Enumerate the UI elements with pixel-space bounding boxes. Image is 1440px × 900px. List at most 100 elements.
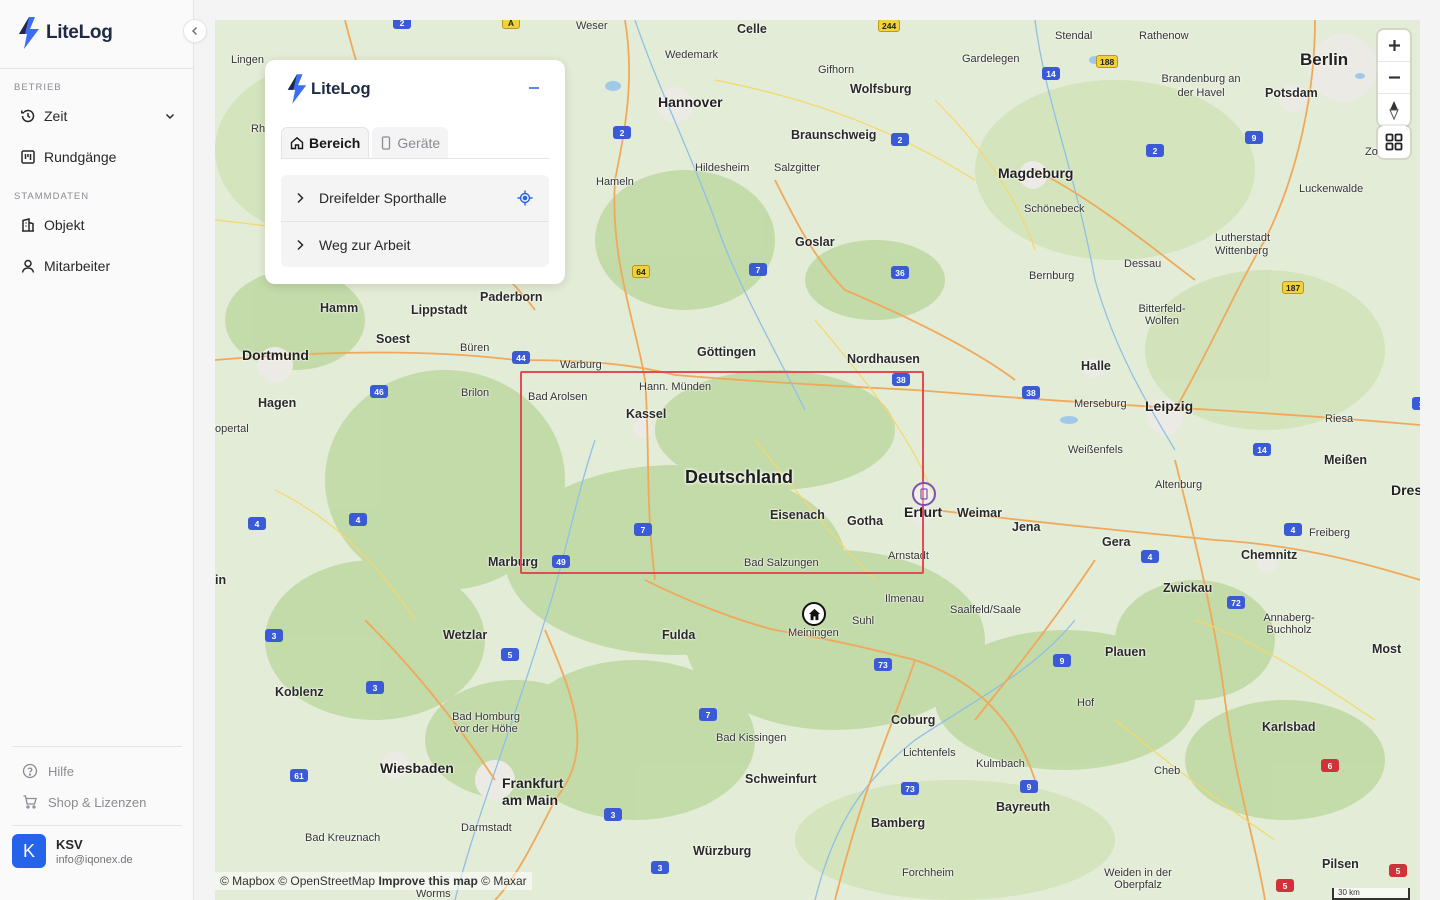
map-label: Hof bbox=[1077, 697, 1095, 709]
map-label: Merseburg bbox=[1074, 398, 1127, 410]
road-shield: 4 bbox=[1141, 550, 1159, 563]
map-label: Bad Kissingen bbox=[716, 732, 787, 744]
map-label: Kulmbach bbox=[976, 758, 1025, 770]
tab-label: Bereich bbox=[309, 135, 361, 151]
road-shield: 46 bbox=[370, 385, 388, 398]
sidebar-item-rundgaenge[interactable]: Rundgänge bbox=[14, 143, 182, 171]
section-label-betrieb: BETRIEB bbox=[14, 82, 62, 93]
map-label: Most bbox=[1372, 642, 1402, 656]
map-label: Bamberg bbox=[871, 816, 926, 830]
map-label: Lutherstadt Wittenberg bbox=[1215, 232, 1271, 257]
chevron-right-icon[interactable] bbox=[295, 239, 305, 251]
road-shield: 2 bbox=[393, 20, 411, 29]
map-label: Bad Homburg vor der Höhe bbox=[452, 711, 520, 735]
road-shield: 1 bbox=[1412, 397, 1420, 410]
zoom-in-button[interactable] bbox=[1378, 30, 1410, 62]
map-label: Luckenwalde bbox=[1299, 183, 1364, 195]
attribution-mapbox-link[interactable]: © Mapbox bbox=[220, 874, 275, 888]
shop-link[interactable]: Shop & Lizenzen bbox=[22, 792, 146, 812]
map-label: Annaberg-Buchholz bbox=[1263, 612, 1315, 636]
map-label: Wetzlar bbox=[443, 628, 488, 642]
brand-logo[interactable]: LiteLog bbox=[16, 16, 113, 50]
map-label: Ilmenau bbox=[885, 593, 925, 605]
attribution-maxar-link[interactable]: © Maxar bbox=[481, 874, 527, 888]
home-marker[interactable] bbox=[802, 602, 826, 626]
road-shield: 7 bbox=[749, 263, 767, 276]
map-label: Goslar bbox=[795, 235, 835, 249]
map-label: Hamm bbox=[320, 301, 359, 315]
sidebar-collapse-button[interactable] bbox=[183, 19, 207, 43]
road-shield: 14 bbox=[1042, 67, 1060, 80]
map-label: Braunschweig bbox=[791, 128, 877, 142]
panel-brand: LiteLog bbox=[285, 73, 371, 105]
building-icon bbox=[22, 218, 34, 232]
map-label: Weimar bbox=[957, 506, 1002, 520]
chevron-right-icon[interactable] bbox=[295, 192, 305, 204]
shop-label: Shop & Lizenzen bbox=[48, 794, 147, 810]
help-link[interactable]: Hilfe bbox=[22, 761, 74, 781]
road-shield: 3 bbox=[604, 808, 622, 821]
map-label: Stendal bbox=[1055, 30, 1093, 42]
road-shield: 64 bbox=[632, 265, 650, 278]
map-label: Nordhausen bbox=[847, 352, 920, 366]
panel-tabs: Bereich Geräte bbox=[281, 127, 549, 159]
user-icon bbox=[21, 259, 35, 273]
map-label: Berlin bbox=[1300, 50, 1349, 69]
map-label: Büren bbox=[460, 342, 490, 354]
minus-icon bbox=[1388, 76, 1400, 79]
tab-bereich[interactable]: Bereich bbox=[281, 127, 370, 158]
map-label: Chemnitz bbox=[1241, 548, 1298, 562]
compass-button[interactable] bbox=[1378, 94, 1410, 126]
map-label: Cheb bbox=[1154, 765, 1181, 777]
map-scale: 30 km bbox=[1332, 888, 1410, 900]
locate-icon[interactable] bbox=[517, 190, 533, 206]
map-label: Potsdam bbox=[1265, 86, 1318, 100]
attribution-osm-link[interactable]: © OpenStreetMap bbox=[278, 874, 375, 888]
map-label: Soest bbox=[376, 332, 411, 346]
minimize-button[interactable] bbox=[526, 80, 542, 96]
map-label: Gardelegen bbox=[962, 53, 1020, 65]
road-shield: 4 bbox=[248, 517, 266, 530]
road-shield: 5 bbox=[1276, 879, 1294, 892]
map-label: Paderborn bbox=[480, 290, 543, 304]
sidebar-item-mitarbeiter[interactable]: Mitarbeiter bbox=[14, 252, 182, 280]
map-label: Bernburg bbox=[1029, 270, 1075, 282]
cart-icon bbox=[23, 795, 37, 809]
map-label: Weiden in der Oberpfalz bbox=[1104, 867, 1172, 891]
map-label: Hameln bbox=[596, 176, 634, 188]
map-label: Dortmund bbox=[242, 347, 309, 363]
map-label: Meißen bbox=[1324, 453, 1368, 467]
road-shield: 36 bbox=[891, 266, 909, 279]
sidebar-item-zeit[interactable]: Zeit bbox=[14, 102, 182, 130]
list-item[interactable]: Dreifelder Sporthalle bbox=[281, 175, 549, 221]
area-name: Dreifelder Sporthalle bbox=[319, 190, 447, 206]
road-shield: 9 bbox=[1020, 780, 1038, 793]
sidebar-item-label: Rundgänge bbox=[44, 149, 117, 165]
road-shield: 3 bbox=[366, 681, 384, 694]
road-shield: 4 bbox=[349, 513, 367, 526]
litelog-logo-icon bbox=[287, 74, 307, 104]
road-shield: 73 bbox=[874, 658, 892, 671]
phone-icon bbox=[920, 488, 928, 500]
improve-map-link[interactable]: Improve this map bbox=[378, 874, 477, 888]
road-shield: 3 bbox=[651, 861, 669, 874]
map-label: Schweinfurt bbox=[745, 772, 817, 786]
sidebar-item-label: Objekt bbox=[44, 217, 85, 233]
sidebar-item-objekt[interactable]: Objekt bbox=[14, 211, 182, 239]
map-label: Bad Kreuznach bbox=[305, 832, 381, 844]
zoom-out-button[interactable] bbox=[1378, 62, 1410, 94]
map-label: Halle bbox=[1081, 359, 1111, 373]
map-style-button[interactable] bbox=[1378, 126, 1410, 158]
area-boundary[interactable] bbox=[520, 371, 924, 574]
map-label: Frankfurt am Main bbox=[502, 775, 564, 808]
chevron-down-icon[interactable] bbox=[164, 110, 176, 122]
road-shield: 187 bbox=[1282, 281, 1305, 294]
map-label: Magdeburg bbox=[998, 165, 1074, 181]
tab-geraete[interactable]: Geräte bbox=[372, 127, 449, 158]
device-marker[interactable] bbox=[912, 482, 936, 506]
map-label: Rh bbox=[251, 123, 266, 135]
avatar[interactable]: K bbox=[12, 834, 46, 868]
map-label: Lippstadt bbox=[411, 303, 468, 317]
map-label: Lingen bbox=[231, 54, 265, 66]
list-item[interactable]: Weg zur Arbeit bbox=[281, 221, 549, 267]
